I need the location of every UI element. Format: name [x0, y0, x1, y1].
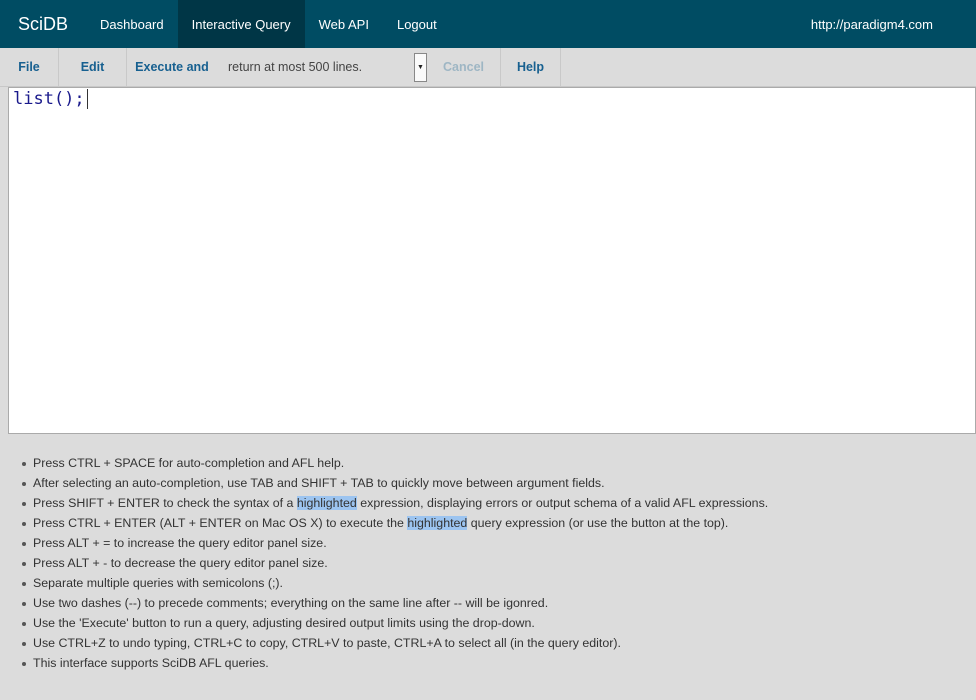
help-text: Press CTRL + SPACE for auto-completion a…: [33, 456, 345, 470]
help-item: Press CTRL + SPACE for auto-completion a…: [22, 453, 768, 473]
output-limit-value: return at most 500 lines.: [228, 60, 363, 74]
help-item: Use the 'Execute' button to run a query,…: [22, 613, 768, 633]
help-text: Use CTRL+Z to undo typing, CTRL+C to cop…: [33, 636, 621, 650]
help-menu[interactable]: Help: [501, 48, 561, 86]
brand-logo[interactable]: SciDB: [0, 0, 86, 48]
toolbar: File Edit Execute and return at most 500…: [0, 48, 976, 87]
nav-dashboard[interactable]: Dashboard: [86, 0, 178, 48]
cancel-button[interactable]: Cancel: [427, 48, 501, 86]
help-text: Press ALT + = to increase the query edit…: [33, 536, 327, 550]
help-item: Press SHIFT + ENTER to check the syntax …: [22, 493, 768, 513]
help-text: Press SHIFT + ENTER to check the syntax …: [33, 496, 297, 510]
help-text: Separate multiple queries with semicolon…: [33, 576, 283, 590]
top-navbar: SciDB Dashboard Interactive Query Web AP…: [0, 0, 976, 48]
help-item: Use two dashes (--) to precede comments;…: [22, 593, 768, 613]
help-text: Press CTRL + ENTER (ALT + ENTER on Mac O…: [33, 516, 408, 530]
help-item: Use CTRL+Z to undo typing, CTRL+C to cop…: [22, 633, 768, 653]
nav-logout[interactable]: Logout: [383, 0, 451, 48]
help-item: Press ALT + - to decrease the query edit…: [22, 553, 768, 573]
help-text: After selecting an auto-completion, use …: [33, 476, 605, 490]
help-item: After selecting an auto-completion, use …: [22, 473, 768, 493]
execute-button[interactable]: Execute and: [127, 48, 217, 86]
help-item: Press CTRL + ENTER (ALT + ENTER on Mac O…: [22, 513, 768, 533]
help-text: expression, displaying errors or output …: [356, 496, 769, 510]
file-menu[interactable]: File: [0, 48, 59, 86]
nav-web-api[interactable]: Web API: [305, 0, 383, 48]
highlighted-word: highlighted: [296, 496, 357, 510]
help-item: Separate multiple queries with semicolon…: [22, 573, 768, 593]
help-text: query expression (or use the button at t…: [467, 516, 729, 530]
help-item: Press ALT + = to increase the query edit…: [22, 533, 768, 553]
paradigm4-link[interactable]: http://paradigm4.com: [811, 0, 933, 48]
help-text: This interface supports SciDB AFL querie…: [33, 656, 269, 670]
query-text: list();: [13, 89, 85, 109]
nav-interactive-query[interactable]: Interactive Query: [177, 0, 305, 48]
help-item: This interface supports SciDB AFL querie…: [22, 653, 768, 673]
output-limit-select[interactable]: return at most 500 lines. ▼: [217, 48, 427, 86]
highlighted-word: highlighted: [407, 516, 468, 530]
help-text: Press ALT + - to decrease the query edit…: [33, 556, 328, 570]
edit-menu[interactable]: Edit: [59, 48, 127, 86]
help-text: Use two dashes (--) to precede comments;…: [33, 596, 549, 610]
help-list: Press CTRL + SPACE for auto-completion a…: [22, 453, 768, 673]
dropdown-arrow-icon[interactable]: ▼: [414, 53, 427, 82]
help-text: Use the 'Execute' button to run a query,…: [33, 616, 535, 630]
text-caret: [86, 89, 88, 109]
query-editor[interactable]: list();: [8, 87, 976, 434]
